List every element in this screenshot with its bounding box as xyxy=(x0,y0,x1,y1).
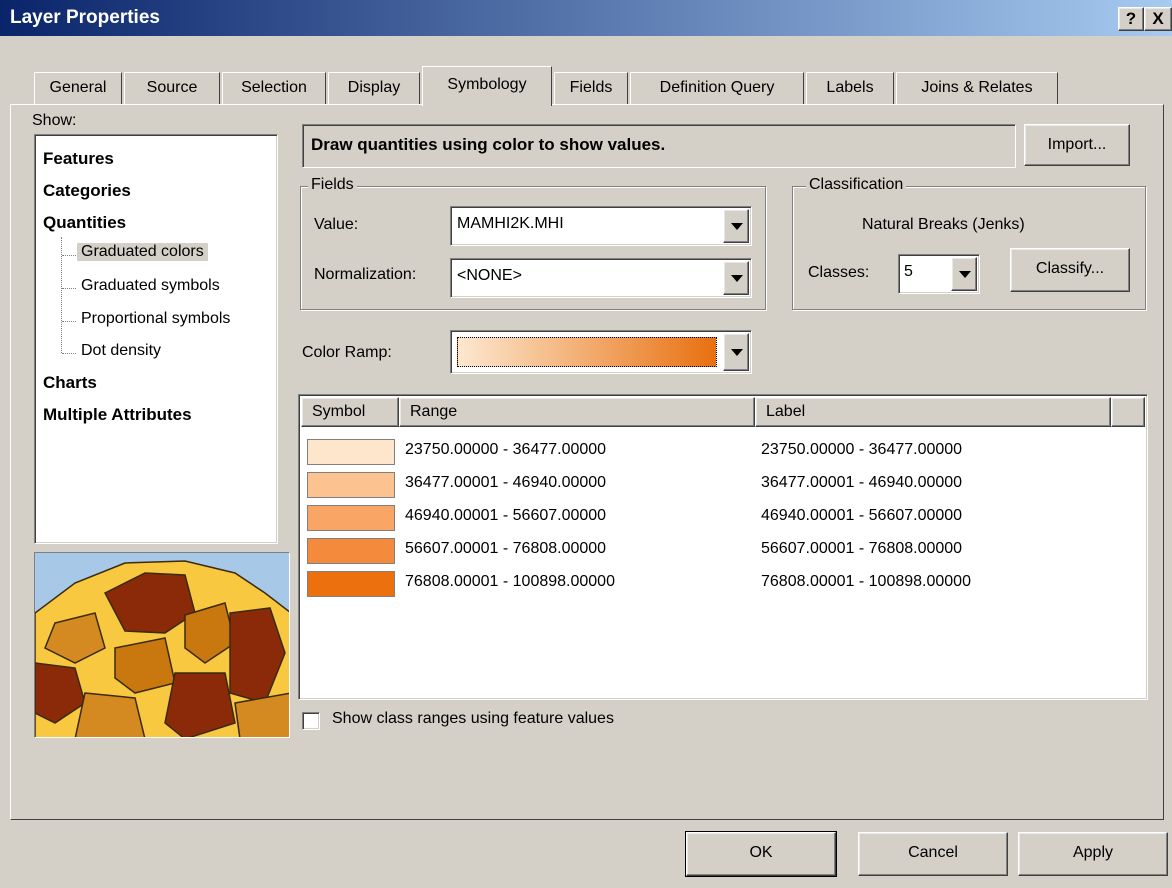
chevron-down-icon xyxy=(731,275,743,282)
tree-item-categories[interactable]: Categories xyxy=(43,181,131,201)
ok-button[interactable]: OK xyxy=(685,831,837,877)
range-cell[interactable]: 46940.00001 - 56607.00000 xyxy=(405,507,606,525)
show-label: Show: xyxy=(32,112,77,129)
color-ramp-dropdown[interactable] xyxy=(450,330,752,374)
column-header-filler xyxy=(1111,397,1145,427)
chevron-down-icon xyxy=(959,271,971,278)
preview-map xyxy=(34,552,290,738)
symbol-swatch[interactable] xyxy=(307,571,395,597)
classes-dropdown[interactable]: 5 xyxy=(898,254,980,294)
normalization-dropdown[interactable]: <NONE> xyxy=(450,258,752,298)
tree-item-graduated-colors[interactable]: Graduated colors xyxy=(77,243,208,261)
table-row[interactable]: 56607.00001 - 76808.00000 56607.00001 - 7… xyxy=(299,536,1145,569)
tree-item-graduated-symbols[interactable]: Graduated symbols xyxy=(81,277,220,295)
range-cell[interactable]: 56607.00001 - 76808.00000 xyxy=(405,540,606,558)
label-cell[interactable]: 23750.00000 - 36477.00000 xyxy=(761,441,962,459)
label-cell[interactable]: 56607.00001 - 76808.00000 xyxy=(761,540,962,558)
column-header-range[interactable]: Range xyxy=(399,397,755,427)
range-cell[interactable]: 23750.00000 - 36477.00000 xyxy=(405,441,606,459)
tab-fields[interactable]: Fields xyxy=(554,72,628,104)
tree-connector xyxy=(62,353,76,354)
classification-method: Natural Breaks (Jenks) xyxy=(862,216,1025,233)
label-cell[interactable]: 46940.00001 - 56607.00000 xyxy=(761,507,962,525)
table-row[interactable]: 76808.00001 - 100898.00000 76808.00001 - … xyxy=(299,569,1145,602)
symbol-swatch[interactable] xyxy=(307,472,395,498)
label-cell[interactable]: 76808.00001 - 100898.00000 xyxy=(761,573,971,591)
classes-dropdown-button[interactable] xyxy=(951,257,977,291)
tree-item-proportional-symbols[interactable]: Proportional symbols xyxy=(81,310,230,328)
value-dropdown-button[interactable] xyxy=(723,209,749,243)
normalization-dropdown-button[interactable] xyxy=(723,261,749,295)
classes-label: Classes: xyxy=(808,264,870,281)
table-row[interactable]: 23750.00000 - 36477.00000 23750.00000 - 3… xyxy=(299,437,1145,470)
symbol-swatch[interactable] xyxy=(307,538,395,564)
value-label: Value: xyxy=(314,216,359,233)
symbol-swatch[interactable] xyxy=(307,439,395,465)
normalization-label: Normalization: xyxy=(314,266,417,283)
classes-dropdown-text: 5 xyxy=(904,263,913,280)
tab-general[interactable]: General xyxy=(34,72,122,104)
preview-map-image xyxy=(35,553,289,737)
window-title: Layer Properties xyxy=(10,7,160,28)
tab-display[interactable]: Display xyxy=(328,72,420,104)
fields-group-label: Fields xyxy=(308,176,357,194)
help-button[interactable]: ? xyxy=(1118,7,1144,31)
close-button[interactable]: X xyxy=(1144,7,1172,31)
tree-connector xyxy=(62,321,76,322)
range-cell[interactable]: 36477.00001 - 46940.00000 xyxy=(405,474,606,492)
table-row[interactable]: 36477.00001 - 46940.00000 36477.00001 - 4… xyxy=(299,470,1145,503)
show-class-ranges-checkbox[interactable] xyxy=(302,712,320,730)
tab-symbology[interactable]: Symbology xyxy=(422,66,552,106)
tab-source[interactable]: Source xyxy=(124,72,220,104)
tree-item-dot-density[interactable]: Dot density xyxy=(81,342,161,360)
table-row[interactable]: 46940.00001 - 56607.00000 46940.00001 - 5… xyxy=(299,503,1145,536)
show-class-ranges-label: Show class ranges using feature values xyxy=(332,710,614,727)
classify-button[interactable]: Classify... xyxy=(1010,248,1130,292)
range-cell[interactable]: 76808.00001 - 100898.00000 xyxy=(405,573,615,591)
normalization-dropdown-text: <NONE> xyxy=(457,267,522,284)
title-bar xyxy=(0,0,1172,36)
chevron-down-icon xyxy=(731,223,743,230)
cancel-button[interactable]: Cancel xyxy=(858,832,1008,876)
renderer-description: Draw quantities using color to show valu… xyxy=(302,124,1016,168)
tree-item-features[interactable]: Features xyxy=(43,149,114,169)
symbol-swatch[interactable] xyxy=(307,505,395,531)
column-header-label[interactable]: Label xyxy=(755,397,1111,427)
tree-connector xyxy=(62,288,76,289)
color-ramp-label: Color Ramp: xyxy=(302,344,392,361)
column-header-symbol[interactable]: Symbol xyxy=(301,397,399,427)
tree-item-quantities[interactable]: Quantities xyxy=(43,213,126,233)
show-tree: Features Categories Quantities Graduated… xyxy=(34,134,278,544)
value-dropdown-text: MAMHI2K.MHI xyxy=(457,215,564,232)
tab-labels[interactable]: Labels xyxy=(806,72,894,104)
apply-button[interactable]: Apply xyxy=(1018,832,1168,876)
tree-item-charts[interactable]: Charts xyxy=(43,373,97,393)
value-dropdown[interactable]: MAMHI2K.MHI xyxy=(450,206,752,246)
tab-joins-relates[interactable]: Joins & Relates xyxy=(896,72,1058,104)
tree-item-multiple-attributes[interactable]: Multiple Attributes xyxy=(43,405,192,425)
chevron-down-icon xyxy=(731,349,743,356)
color-ramp-swatch xyxy=(457,337,717,367)
tree-connector xyxy=(62,255,76,256)
color-ramp-dropdown-button[interactable] xyxy=(723,333,749,371)
classification-group-label: Classification xyxy=(806,176,907,194)
label-cell[interactable]: 36477.00001 - 46940.00000 xyxy=(761,474,962,492)
symbol-table[interactable]: Symbol Range Label 23750.00000 - 36477.0… xyxy=(298,394,1148,700)
import-button[interactable]: Import... xyxy=(1024,124,1130,166)
tab-selection[interactable]: Selection xyxy=(222,72,326,104)
tab-definition-query[interactable]: Definition Query xyxy=(630,72,804,104)
